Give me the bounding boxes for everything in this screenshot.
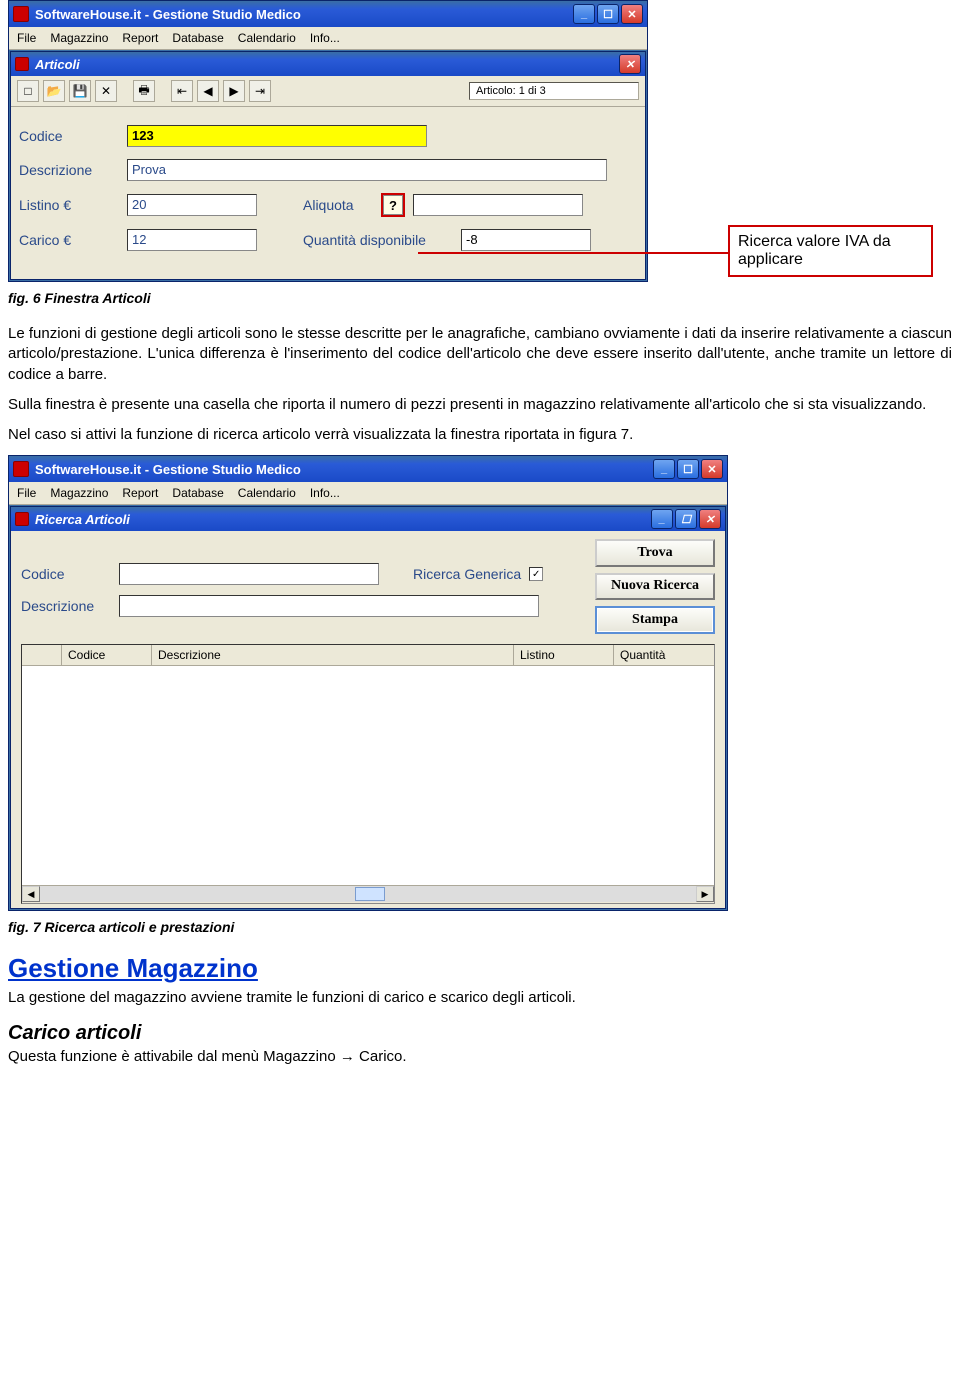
col-listino[interactable]: Listino [514, 645, 614, 665]
scroll-track[interactable] [40, 886, 696, 902]
inner-maximize-button[interactable]: ☐ [675, 509, 697, 529]
app-icon [13, 6, 29, 22]
menu-file[interactable]: File [17, 486, 36, 500]
subsection-heading: Carico articoli [8, 1022, 952, 1045]
label-descrizione: Descrizione [19, 162, 119, 178]
open-icon[interactable]: 📂 [43, 80, 65, 102]
fig7-search-area: Codice Ricerca Generica ✓ Descrizione [11, 531, 725, 908]
menu-report[interactable]: Report [122, 486, 158, 500]
section-text: La gestione del magazzino avviene tramit… [8, 988, 952, 1008]
menu-calendario[interactable]: Calendario [238, 31, 296, 45]
fig7-titlebar: SoftwareHouse.it - Gestione Studio Medic… [9, 456, 727, 482]
menu-database[interactable]: Database [172, 486, 223, 500]
maximize-button[interactable]: ☐ [597, 4, 619, 24]
next-icon[interactable]: ▶ [223, 80, 245, 102]
record-status: Articolo: 1 di 3 [469, 82, 639, 100]
callout-connector [418, 252, 728, 254]
print-icon[interactable]: 🖶 [133, 80, 155, 102]
label-listino: Listino € [19, 197, 119, 213]
menu-magazzino[interactable]: Magazzino [50, 31, 108, 45]
label-quantita: Quantità disponibile [303, 232, 453, 248]
paragraph-3: Nel caso si attivi la funzione di ricerc… [8, 425, 952, 445]
input-codice[interactable]: 123 [127, 125, 427, 147]
input-listino[interactable]: 20 [127, 194, 257, 216]
paragraph-1: Le funzioni di gestione degli articoli s… [8, 324, 952, 385]
fig6-titlebar: SoftwareHouse.it - Gestione Studio Medic… [9, 1, 647, 27]
col-descrizione[interactable]: Descrizione [152, 645, 514, 665]
fig6-menubar: File Magazzino Report Database Calendari… [9, 27, 647, 50]
search-descrizione-input[interactable] [119, 595, 539, 617]
subsection-text: Questa funzione è attivabile dal menù Ma… [8, 1047, 952, 1067]
inner-minimize-button[interactable]: _ [651, 509, 673, 529]
fig7-menubar: File Magazzino Report Database Calendari… [9, 482, 727, 505]
label-codice: Codice [21, 566, 111, 582]
fig7-inner-title: Ricerca Articoli [35, 512, 651, 527]
fig6-toolbar: □ 📂 💾 ✕ 🖶 ⇤ ◀ ▶ ⇥ Articolo: 1 di 3 [11, 76, 645, 107]
menu-file[interactable]: File [17, 31, 36, 45]
menu-calendario[interactable]: Calendario [238, 486, 296, 500]
callout-text: Ricerca valore IVA da applicare [738, 233, 891, 268]
callout-box: Ricerca valore IVA da applicare [728, 225, 933, 277]
ricerca-generica-checkbox[interactable]: ✓ [529, 567, 543, 581]
menu-info[interactable]: Info... [310, 31, 340, 45]
save-icon[interactable]: 💾 [69, 80, 91, 102]
fig6-app-title: SoftwareHouse.it - Gestione Studio Medic… [35, 7, 573, 22]
minimize-button[interactable]: _ [573, 4, 595, 24]
scroll-right-icon[interactable]: ▶ [696, 886, 714, 902]
label-ricerca-generica: Ricerca Generica [413, 566, 521, 582]
first-icon[interactable]: ⇤ [171, 80, 193, 102]
grid-body [22, 666, 714, 885]
stampa-button[interactable]: Stampa [595, 606, 715, 634]
trova-button[interactable]: Trova [595, 539, 715, 567]
menu-report[interactable]: Report [122, 31, 158, 45]
fig6-window: SoftwareHouse.it - Gestione Studio Medic… [8, 0, 648, 282]
input-descrizione[interactable]: Prova [127, 159, 607, 181]
label-codice: Codice [19, 128, 119, 144]
scroll-thumb[interactable] [355, 887, 385, 901]
fig7-window: SoftwareHouse.it - Gestione Studio Medic… [8, 455, 728, 911]
app-icon [15, 512, 29, 526]
delete-icon[interactable]: ✕ [95, 80, 117, 102]
paragraph-2: Sulla finestra è presente una casella ch… [8, 395, 952, 415]
last-icon[interactable]: ⇥ [249, 80, 271, 102]
fig7-app-title: SoftwareHouse.it - Gestione Studio Medic… [35, 462, 653, 477]
label-carico: Carico € [19, 232, 119, 248]
inner-close-button[interactable]: ✕ [699, 509, 721, 529]
inner-close-button[interactable]: ✕ [619, 54, 641, 74]
close-button[interactable]: ✕ [701, 459, 723, 479]
nuova-ricerca-button[interactable]: Nuova Ricerca [595, 573, 715, 600]
scroll-left-icon[interactable]: ◀ [22, 886, 40, 902]
label-aliquota: Aliquota [303, 197, 373, 213]
fig7-inner-titlebar: Ricerca Articoli _ ☐ ✕ [11, 507, 725, 531]
col-codice[interactable]: Codice [62, 645, 152, 665]
maximize-button[interactable]: ☐ [677, 459, 699, 479]
close-button[interactable]: ✕ [621, 4, 643, 24]
label-descrizione: Descrizione [21, 598, 111, 614]
search-codice-input[interactable] [119, 563, 379, 585]
fig6-inner-titlebar: Articoli ✕ [11, 52, 645, 76]
input-carico[interactable]: 12 [127, 229, 257, 251]
app-icon [13, 461, 29, 477]
input-quantita: -8 [461, 229, 591, 251]
menu-magazzino[interactable]: Magazzino [50, 486, 108, 500]
grid-hscroll[interactable]: ◀ ▶ [22, 885, 714, 903]
fig6-caption: fig. 6 Finestra Articoli [8, 290, 952, 306]
menu-info[interactable]: Info... [310, 486, 340, 500]
minimize-button[interactable]: _ [653, 459, 675, 479]
app-icon [15, 57, 29, 71]
col-quantita[interactable]: Quantità [614, 645, 714, 665]
new-icon[interactable]: □ [17, 80, 39, 102]
fig7-caption: fig. 7 Ricerca articoli e prestazioni [8, 919, 952, 935]
fig6-inner-title: Articoli [35, 57, 619, 72]
iva-lookup-highlight: ? [381, 193, 405, 217]
col-selector[interactable] [22, 645, 62, 665]
results-grid: Codice Descrizione Listino Quantità ◀ ▶ [21, 644, 715, 904]
menu-database[interactable]: Database [172, 31, 223, 45]
input-aliquota[interactable] [413, 194, 583, 216]
grid-header: Codice Descrizione Listino Quantità [22, 645, 714, 666]
iva-lookup-button[interactable]: ? [383, 195, 403, 215]
prev-icon[interactable]: ◀ [197, 80, 219, 102]
section-heading: Gestione Magazzino [8, 953, 952, 984]
